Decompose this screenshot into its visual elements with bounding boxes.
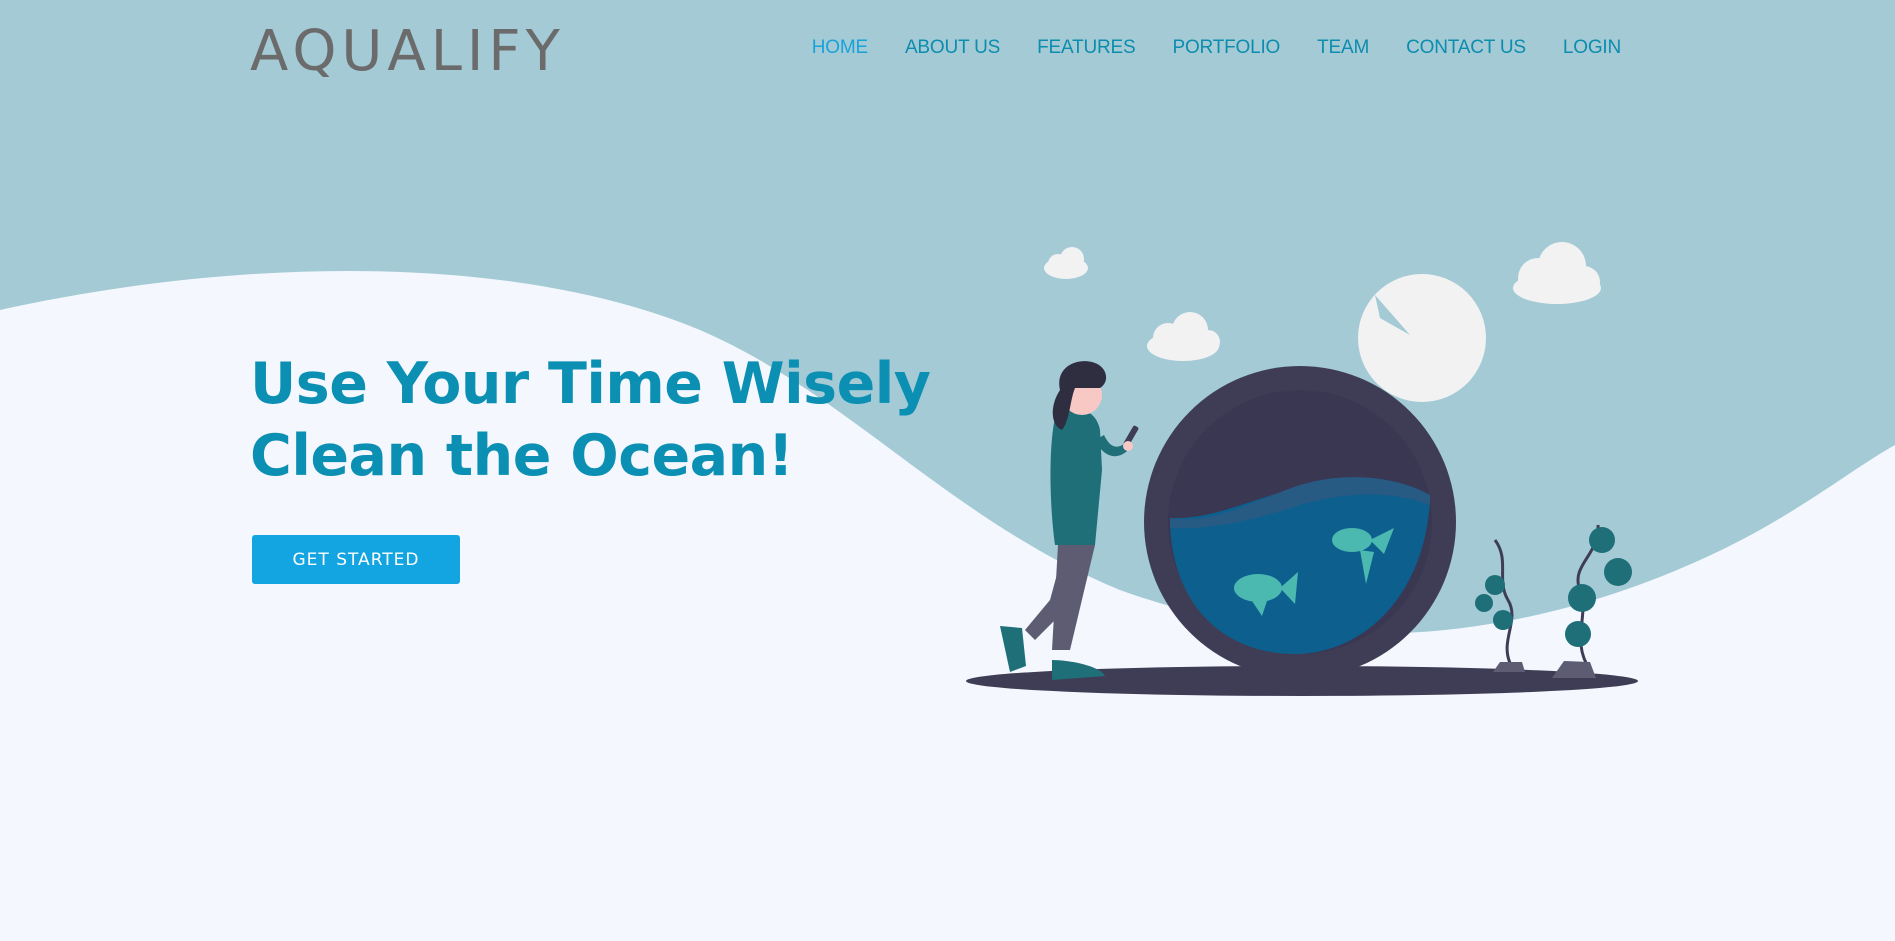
cloud-icon (1044, 247, 1088, 279)
cloud-icon (1147, 312, 1220, 361)
hero-illustration (966, 242, 1638, 696)
seaweed-plant-icon (1552, 524, 1632, 678)
woman-illustration (1000, 361, 1139, 680)
moon-icon (1358, 274, 1486, 402)
seaweed-plant-icon (1475, 539, 1525, 672)
fish-bowl-icon (1144, 366, 1456, 678)
cloud-icon (1513, 242, 1601, 304)
